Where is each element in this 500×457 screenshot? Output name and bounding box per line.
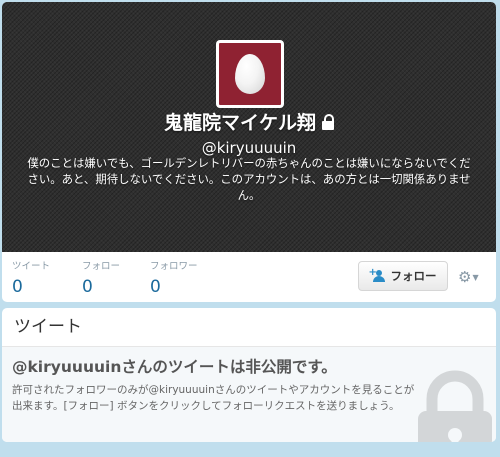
person-plus-icon: + xyxy=(369,268,386,282)
chevron-down-icon: ▼ xyxy=(472,273,479,282)
stat-tweets[interactable]: ツイート 0 xyxy=(12,261,50,299)
stat-following-label: フォロー xyxy=(82,261,121,272)
large-lock-icon xyxy=(418,370,492,442)
tweets-section: ツイート @kiryuuuuinさんのツイートは非公開です。 許可されたフォロワ… xyxy=(2,308,496,442)
stat-tweets-value: 0 xyxy=(12,277,23,297)
default-egg-avatar-icon xyxy=(235,54,265,94)
follow-button-label: フォロー xyxy=(390,269,437,283)
profile-header: 鬼龍院マイケル翔 @kiryuuuuin 僕のことは嫌いでも、ゴールデンレトリバ… xyxy=(2,2,496,252)
follow-button[interactable]: + フォロー xyxy=(358,261,448,291)
gear-icon: ⚙ xyxy=(458,268,472,286)
profile-name: 鬼龍院マイケル翔 xyxy=(163,112,316,134)
stat-followers-value: 0 xyxy=(150,277,161,297)
profile-stats: ツイート 0 フォロー 0 フォロワー 0 + フォロー ⚙▼ xyxy=(2,252,496,302)
profile-card: 鬼龍院マイケル翔 @kiryuuuuin 僕のことは嫌いでも、ゴールデンレトリバ… xyxy=(2,2,496,302)
stat-tweets-label: ツイート xyxy=(12,261,51,272)
protected-text: 許可されたフォロワーのみが@kiryuuuuinさんのツイートやアカウントを見る… xyxy=(12,384,415,412)
stat-followers-label: フォロワー xyxy=(150,261,198,272)
protected-title: @kiryuuuuinさんのツイートは非公開です。 xyxy=(12,358,337,376)
stat-following-value: 0 xyxy=(82,277,93,297)
tweets-heading: ツイート xyxy=(14,317,82,337)
avatar[interactable] xyxy=(216,40,284,108)
lock-icon xyxy=(322,114,334,130)
stat-followers[interactable]: フォロワー 0 xyxy=(150,261,198,299)
stat-following[interactable]: フォロー 0 xyxy=(82,261,120,299)
profile-bio: 僕のことは嫌いでも、ゴールデンレトリバーの赤ちゃんのことは嫌いにならないでくださ… xyxy=(27,156,471,202)
protected-notice: @kiryuuuuinさんのツイートは非公開です。 許可されたフォロワーのみが@… xyxy=(2,347,496,442)
profile-name-row: 鬼龍院マイケル翔 xyxy=(2,111,496,135)
settings-dropdown-button[interactable]: ⚙▼ xyxy=(458,267,488,287)
